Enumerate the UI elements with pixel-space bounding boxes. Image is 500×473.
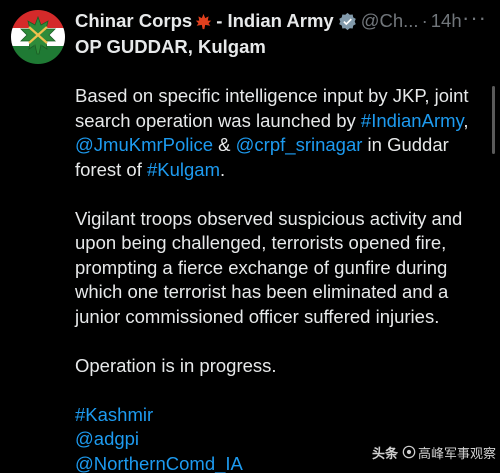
text-line: Based on specific intelligence input by … (75, 85, 469, 106)
timestamp[interactable]: 14h (431, 9, 462, 33)
maple-leaf-icon (196, 13, 212, 29)
author-handle[interactable]: @Ch... (361, 9, 419, 33)
watermark: 头条 高峰军事观察 (372, 440, 496, 464)
text-line: forest of #Kulgam. (75, 158, 487, 183)
text-span: search operation was launched by (75, 109, 361, 131)
watermark-eye-icon (402, 445, 416, 459)
text-line: which one terrorist has been eliminated … (75, 281, 449, 302)
watermark-logo: 头条 (372, 445, 399, 461)
mention-link-crpf-srinagar[interactable]: @crpf_srinagar (236, 134, 363, 155)
more-options-icon[interactable]: ··· (462, 7, 486, 33)
hashtag-link-kulgam[interactable]: #Kulgam (147, 159, 220, 180)
hashtag-link-kashmir[interactable]: #Kashmir (75, 403, 487, 428)
paragraph-1: Based on specific intelligence input by … (75, 84, 487, 182)
verified-badge-icon (338, 12, 356, 30)
text-span: in Guddar (362, 134, 449, 155)
tweet-body: Based on specific intelligence input by … (75, 84, 487, 473)
tweet-title: OP GUDDAR, Kulgam (75, 36, 266, 57)
chinar-leaf-emblem-icon (11, 10, 65, 64)
text-line: junior commissioned officer suffered inj… (75, 305, 440, 327)
text-span: forest of (75, 158, 147, 180)
paragraph-2: Vigilant troops observed suspicious acti… (75, 207, 487, 330)
text-line: @JmuKmrPolice & @crpf_srinagar in Guddar (75, 133, 487, 158)
avatar[interactable] (11, 10, 65, 64)
scrollbar[interactable] (492, 86, 495, 154)
separator-dot: · (421, 10, 428, 31)
text-span: , (463, 109, 469, 131)
mention-link-jmukmrpolice[interactable]: @JmuKmrPolice (75, 134, 213, 155)
text-line: prompting a fierce exchange of gunfire d… (75, 256, 448, 278)
text-line: search operation was launched by #Indian… (75, 109, 487, 134)
text-line: upon being challenged, terrorists opened… (75, 232, 447, 253)
hashtag-link-indianarmy[interactable]: #IndianArmy (361, 110, 463, 131)
author-org[interactable]: - Indian Army (216, 9, 334, 33)
author-name[interactable]: Chinar Corps (75, 9, 192, 33)
text-line: Vigilant troops observed suspicious acti… (75, 207, 463, 229)
paragraph-3: Operation is in progress. (75, 354, 487, 379)
text-span: . (220, 158, 226, 180)
tweet-header: Chinar Corps - Indian Army @Ch... · 14h (75, 9, 462, 33)
text-span: & (213, 134, 236, 155)
text-line: Operation is in progress. (75, 354, 277, 376)
watermark-text: 高峰军事观察 (418, 445, 497, 461)
